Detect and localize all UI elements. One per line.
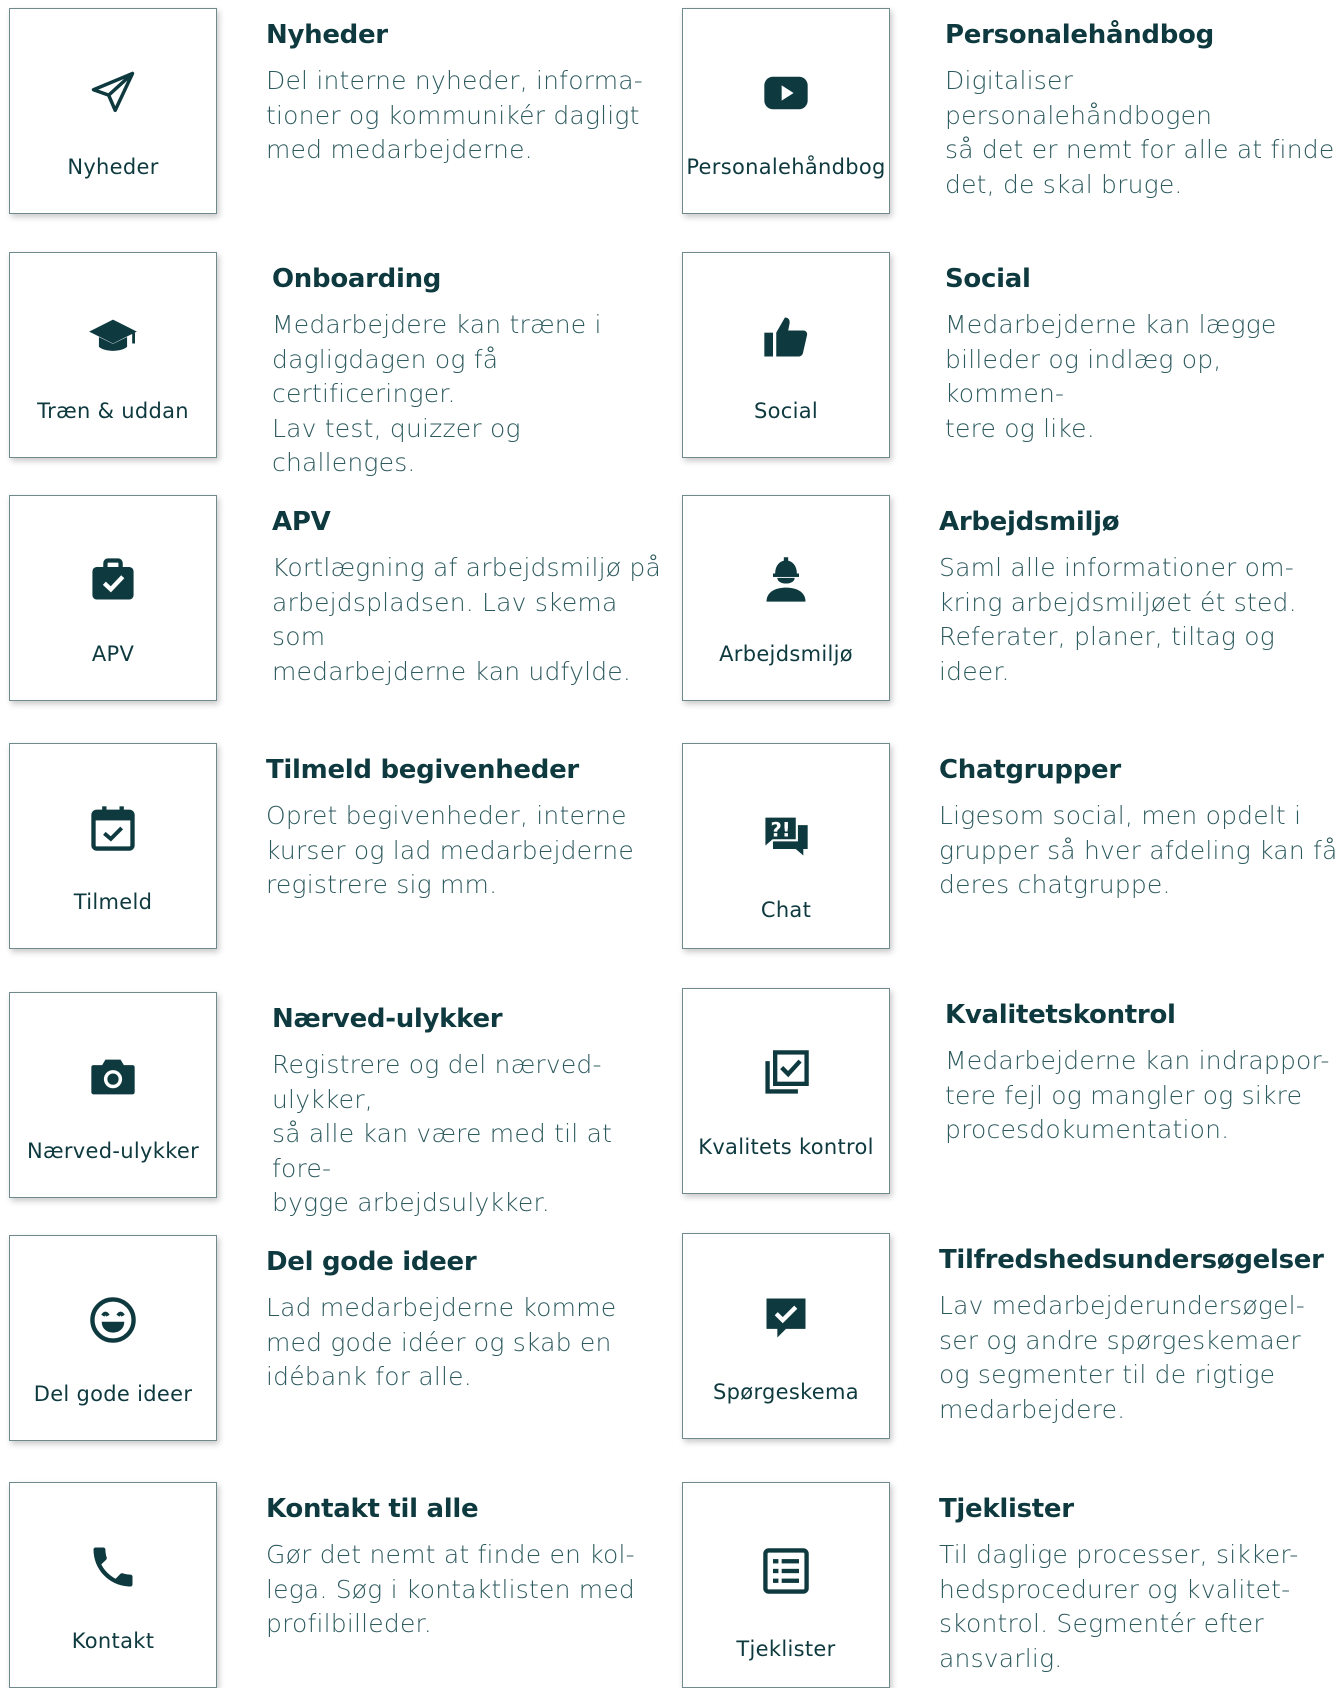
feature-text: Del interne nyheder, informa-tioner og k… bbox=[266, 66, 644, 164]
feature-description-social: Social Medarbejderne kan lægge billeder o… bbox=[945, 264, 1340, 446]
card-label: Nærved-ulykker bbox=[26, 1139, 200, 1163]
feature-title: Nyheder bbox=[266, 20, 388, 50]
feature-title: Tjeklister bbox=[939, 1494, 1074, 1524]
card-label: Chat bbox=[760, 898, 812, 922]
feature-description-tjeklister: Tjeklister Til daglige processer, sikker… bbox=[939, 1494, 1339, 1676]
feature-card-social[interactable]: Social bbox=[682, 252, 890, 458]
feature-description-apv: APV Kortlægning af arbejdsmiljø på arbejd… bbox=[272, 507, 672, 689]
feature-title: APV bbox=[272, 507, 331, 537]
feature-title: Onboarding bbox=[272, 264, 442, 294]
card-label: Træn & uddan bbox=[37, 399, 189, 423]
feature-text: Registrere og del nærved-ulykker, så alle… bbox=[272, 1050, 613, 1217]
feature-description-onboarding: Onboarding Medarbejdere kan træne i dagli… bbox=[272, 264, 672, 481]
feature-title: Tilfredshedsundersøgelser bbox=[939, 1245, 1324, 1275]
feature-card-naerved-ulykker[interactable]: Nærved-ulykker bbox=[9, 992, 217, 1198]
feature-description-nyheder: Nyheder Del interne nyheder, informa-tio… bbox=[266, 20, 666, 168]
feature-text: Medarbejdere kan træne i dagligdagen og f… bbox=[272, 310, 602, 477]
card-label: Kvalitets kontrol bbox=[698, 1135, 874, 1159]
svg-text:?!: ?! bbox=[770, 819, 790, 842]
feature-text: Digitaliser personalehåndbogen så det er … bbox=[945, 66, 1335, 199]
feature-text: Kortlægning af arbejdsmiljø på arbejdspla… bbox=[272, 553, 661, 686]
feature-text: Medarbejderne kan lægge billeder og indlæ… bbox=[945, 310, 1277, 443]
feature-title: Personalehåndbog bbox=[945, 20, 1214, 50]
briefcase-check-icon bbox=[10, 552, 216, 608]
feature-text: Gør det nemt at finde en kol-lega. Søg i… bbox=[266, 1540, 635, 1638]
feature-description-personalehaandbog: Personalehåndbog Digitaliser personalehå… bbox=[945, 20, 1340, 202]
thumbs-up-icon bbox=[683, 309, 889, 365]
feature-title: Kvalitetskontrol bbox=[945, 1000, 1176, 1030]
feature-card-tjeklister[interactable]: Tjeklister bbox=[682, 1482, 890, 1688]
camera-icon bbox=[10, 1049, 216, 1105]
feature-card-spoergeskema[interactable]: Spørgeskema bbox=[682, 1233, 890, 1439]
chat-question-icon: ?! bbox=[683, 808, 889, 864]
chat-check-icon bbox=[683, 1290, 889, 1346]
feature-card-arbejdsmiljoe[interactable]: Arbejdsmiljø bbox=[682, 495, 890, 701]
feature-text: Ligesom social, men opdelt i grupper så h… bbox=[939, 801, 1338, 899]
feature-title: Social bbox=[945, 264, 1031, 294]
card-label: Tilmeld bbox=[73, 890, 153, 914]
feature-card-nyheder[interactable]: Nyheder bbox=[9, 8, 217, 214]
feature-description-kontakt: Kontakt til alle Gør det nemt at finde e… bbox=[266, 1494, 666, 1642]
feature-title: Del gode ideer bbox=[266, 1247, 477, 1277]
phone-icon bbox=[10, 1539, 216, 1595]
feature-card-chat[interactable]: ?! Chat bbox=[682, 743, 890, 949]
feature-text: Opret begivenheder, interne kurser og lad… bbox=[266, 801, 634, 899]
card-label: Nyheder bbox=[67, 155, 159, 179]
checkbox-stack-icon bbox=[683, 1045, 889, 1101]
feature-card-traen-uddan[interactable]: Træn & uddan bbox=[9, 252, 217, 458]
card-label: Arbejdsmiljø bbox=[719, 642, 853, 666]
card-label: Tjeklister bbox=[736, 1637, 836, 1661]
card-label: Social bbox=[753, 399, 819, 423]
hard-hat-worker-icon bbox=[683, 552, 889, 608]
card-label: Personalehåndbog bbox=[686, 155, 886, 179]
feature-description-kvalitetskontrol: Kvalitetskontrol Medarbejderne kan indra… bbox=[945, 1000, 1340, 1148]
paper-plane-icon bbox=[10, 65, 216, 121]
feature-title: Kontakt til alle bbox=[266, 1494, 479, 1524]
feature-title: Chatgrupper bbox=[939, 755, 1121, 785]
feature-card-apv[interactable]: APV bbox=[9, 495, 217, 701]
smiley-icon bbox=[10, 1292, 216, 1348]
feature-description-tilmeld: Tilmeld begivenheder Opret begivenheder,… bbox=[266, 755, 666, 903]
feature-card-kvalitets-kontrol[interactable]: Kvalitets kontrol bbox=[682, 988, 890, 1194]
feature-text: Medarbejderne kan indrappor-tere fejl og… bbox=[945, 1046, 1330, 1144]
feature-card-tilmeld[interactable]: Tilmeld bbox=[9, 743, 217, 949]
feature-description-naerved-ulykker: Nærved-ulykker Registrere og del nærved-… bbox=[272, 1004, 672, 1221]
video-play-icon bbox=[683, 65, 889, 121]
feature-title: Tilmeld begivenheder bbox=[266, 755, 579, 785]
feature-description-chat: Chatgrupper Ligesom social, men opdelt i… bbox=[939, 755, 1339, 903]
list-icon bbox=[683, 1543, 889, 1599]
feature-description-tilfredshedsundersoegelser: Tilfredshedsundersøgelser Lav medarbejde… bbox=[939, 1245, 1339, 1427]
feature-card-del-gode-ideer[interactable]: Del gode ideer bbox=[9, 1235, 217, 1441]
feature-text: Saml alle informationer om-kring arbejds… bbox=[939, 553, 1297, 686]
feature-description-del-gode-ideer: Del gode ideer Lad medarbejderne komme me… bbox=[266, 1247, 666, 1395]
feature-title: Nærved-ulykker bbox=[272, 1004, 503, 1034]
graduation-cap-icon bbox=[10, 309, 216, 365]
feature-card-kontakt[interactable]: Kontakt bbox=[9, 1482, 217, 1688]
card-label: Del gode ideer bbox=[33, 1382, 193, 1406]
feature-card-personalehaandbog[interactable]: Personalehåndbog bbox=[682, 8, 890, 214]
feature-title: Arbejdsmiljø bbox=[939, 507, 1120, 537]
card-label: Spørgeskema bbox=[713, 1380, 859, 1404]
feature-text: Lad medarbejderne komme med gode idéer og… bbox=[266, 1293, 617, 1391]
card-label: APV bbox=[91, 642, 135, 666]
feature-text: Til daglige processer, sikker-hedsproced… bbox=[939, 1540, 1299, 1673]
feature-description-arbejdsmiljoe: Arbejdsmiljø Saml alle informationer om-… bbox=[939, 507, 1339, 689]
calendar-check-icon bbox=[10, 800, 216, 856]
feature-text: Lav medarbejderundersøgel-ser og andre s… bbox=[939, 1291, 1306, 1424]
card-label: Kontakt bbox=[71, 1629, 155, 1653]
